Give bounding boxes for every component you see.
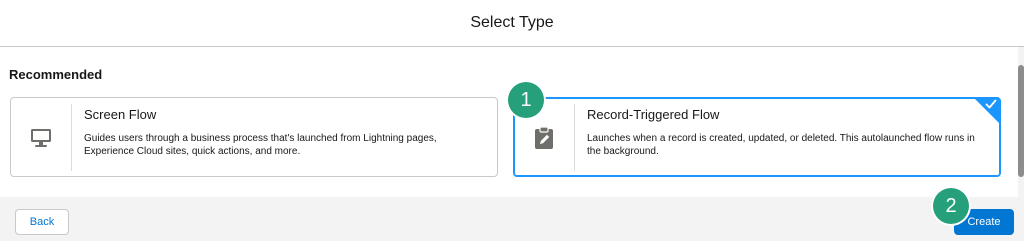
select-type-modal: Select Type Recommended Screen Flow Guid… (0, 0, 1024, 241)
card-text: Screen Flow Guides users through a busin… (84, 107, 483, 158)
modal-footer: Back Create (0, 197, 1024, 241)
card-text: Record-Triggered Flow Launches when a re… (587, 107, 986, 158)
section-title-recommended: Recommended (9, 67, 103, 82)
scrollbar-thumb[interactable] (1018, 65, 1024, 177)
flow-type-card-record-triggered-flow[interactable]: Record-Triggered Flow Launches when a re… (513, 97, 1001, 177)
flow-type-card-screen-flow[interactable]: Screen Flow Guides users through a busin… (10, 97, 498, 177)
step-badge-2: 2 (933, 188, 969, 224)
modal-header: Select Type (0, 0, 1024, 47)
modal-body: Recommended Screen Flow Guides users thr… (0, 47, 1018, 197)
card-description: Guides users through a business process … (84, 133, 437, 157)
step-badge-1: 1 (508, 82, 544, 118)
modal-title: Select Type (470, 14, 554, 31)
vertical-scrollbar[interactable] (1018, 47, 1024, 197)
clipboard-edit-icon (535, 125, 553, 149)
desktop-icon (31, 128, 51, 147)
card-name: Screen Flow (84, 107, 157, 122)
checkmark-icon (985, 99, 997, 109)
card-name: Record-Triggered Flow (587, 107, 720, 122)
card-icon-container (11, 104, 72, 171)
card-description: Launches when a record is created, updat… (587, 133, 975, 157)
back-button[interactable]: Back (15, 209, 69, 235)
